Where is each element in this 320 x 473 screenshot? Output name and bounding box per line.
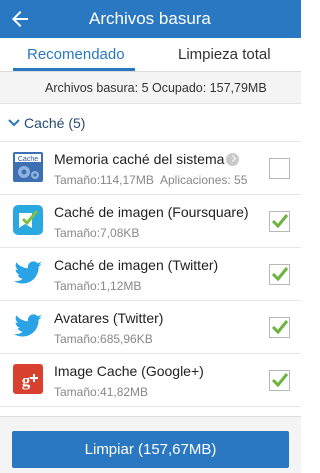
bottom-bar: Limpiar (157,67MB): [0, 416, 301, 473]
checkbox-checked[interactable]: [269, 264, 290, 285]
check-icon: [271, 373, 289, 388]
checkbox-checked[interactable]: [269, 211, 290, 232]
list-item[interactable]: Caché de imagen (Twitter) Tamaño:1,12MB: [0, 248, 301, 301]
checkbox-checked[interactable]: [269, 370, 290, 391]
list-item[interactable]: Cache Memoria caché del sistema Tamaño:1…: [0, 142, 301, 195]
checkbox-unchecked[interactable]: [269, 158, 290, 179]
tab-limpieza-total[interactable]: Limpieza total: [178, 46, 271, 63]
check-icon: [271, 267, 289, 282]
foursquare-icon: [13, 205, 43, 235]
item-name: Avatares (Twitter): [54, 310, 164, 326]
item-size: Tamaño:41,82MB: [54, 385, 149, 399]
item-name: Image Cache (Google+): [54, 363, 204, 379]
checkbox-checked[interactable]: [269, 317, 290, 338]
item-name: Caché de imagen (Twitter): [54, 257, 219, 273]
svg-text:g: g: [22, 371, 31, 390]
item-size: Tamaño:7,08KB: [54, 226, 140, 240]
cache-icon-label: Cache: [18, 156, 38, 163]
tab-bar: Recomendado Limpieza total: [0, 38, 301, 72]
check-icon: [271, 214, 289, 229]
chevron-down-icon: [8, 119, 20, 127]
clean-button[interactable]: Limpiar (157,67MB): [12, 431, 289, 468]
item-size: Tamaño:685,96KB: [54, 332, 153, 346]
back-arrow-icon[interactable]: [8, 7, 32, 31]
active-tab-indicator: [13, 68, 135, 71]
item-size: Tamaño:1,12MB: [54, 279, 142, 293]
app-bar: Archivos basura: [0, 0, 301, 38]
list-item[interactable]: Caché de imagen (Foursquare) Tamaño:7,08…: [0, 195, 301, 248]
google-plus-icon: g: [13, 364, 43, 394]
junk-count: Archivos basura: 5: [45, 81, 149, 95]
cache-section-header[interactable]: Caché (5): [0, 104, 301, 142]
list-item[interactable]: Avatares (Twitter) Tamaño:685,96KB: [0, 301, 301, 354]
item-name: Caché de imagen (Foursquare): [54, 204, 249, 220]
summary-bar: Archivos basura: 5 Ocupado: 157,79MB: [0, 72, 301, 104]
page-title: Archivos basura: [89, 9, 211, 28]
used-space: Ocupado: 157,79MB: [152, 81, 267, 95]
cache-icon: Cache: [13, 152, 43, 182]
tab-recomendado[interactable]: Recomendado: [27, 46, 125, 63]
twitter-icon: [14, 314, 42, 337]
item-apps: Aplicaciones: 55: [160, 173, 248, 187]
list-item[interactable]: g Image Cache (Google+) Tamaño:41,82MB: [0, 354, 301, 407]
check-icon: [271, 320, 289, 335]
item-name: Memoria caché del sistema: [54, 151, 225, 167]
item-size: Tamaño:114,17MB: [54, 173, 154, 187]
section-title: Caché (5): [24, 115, 86, 131]
details-arrow-icon[interactable]: [226, 153, 239, 166]
twitter-icon: [14, 261, 42, 284]
